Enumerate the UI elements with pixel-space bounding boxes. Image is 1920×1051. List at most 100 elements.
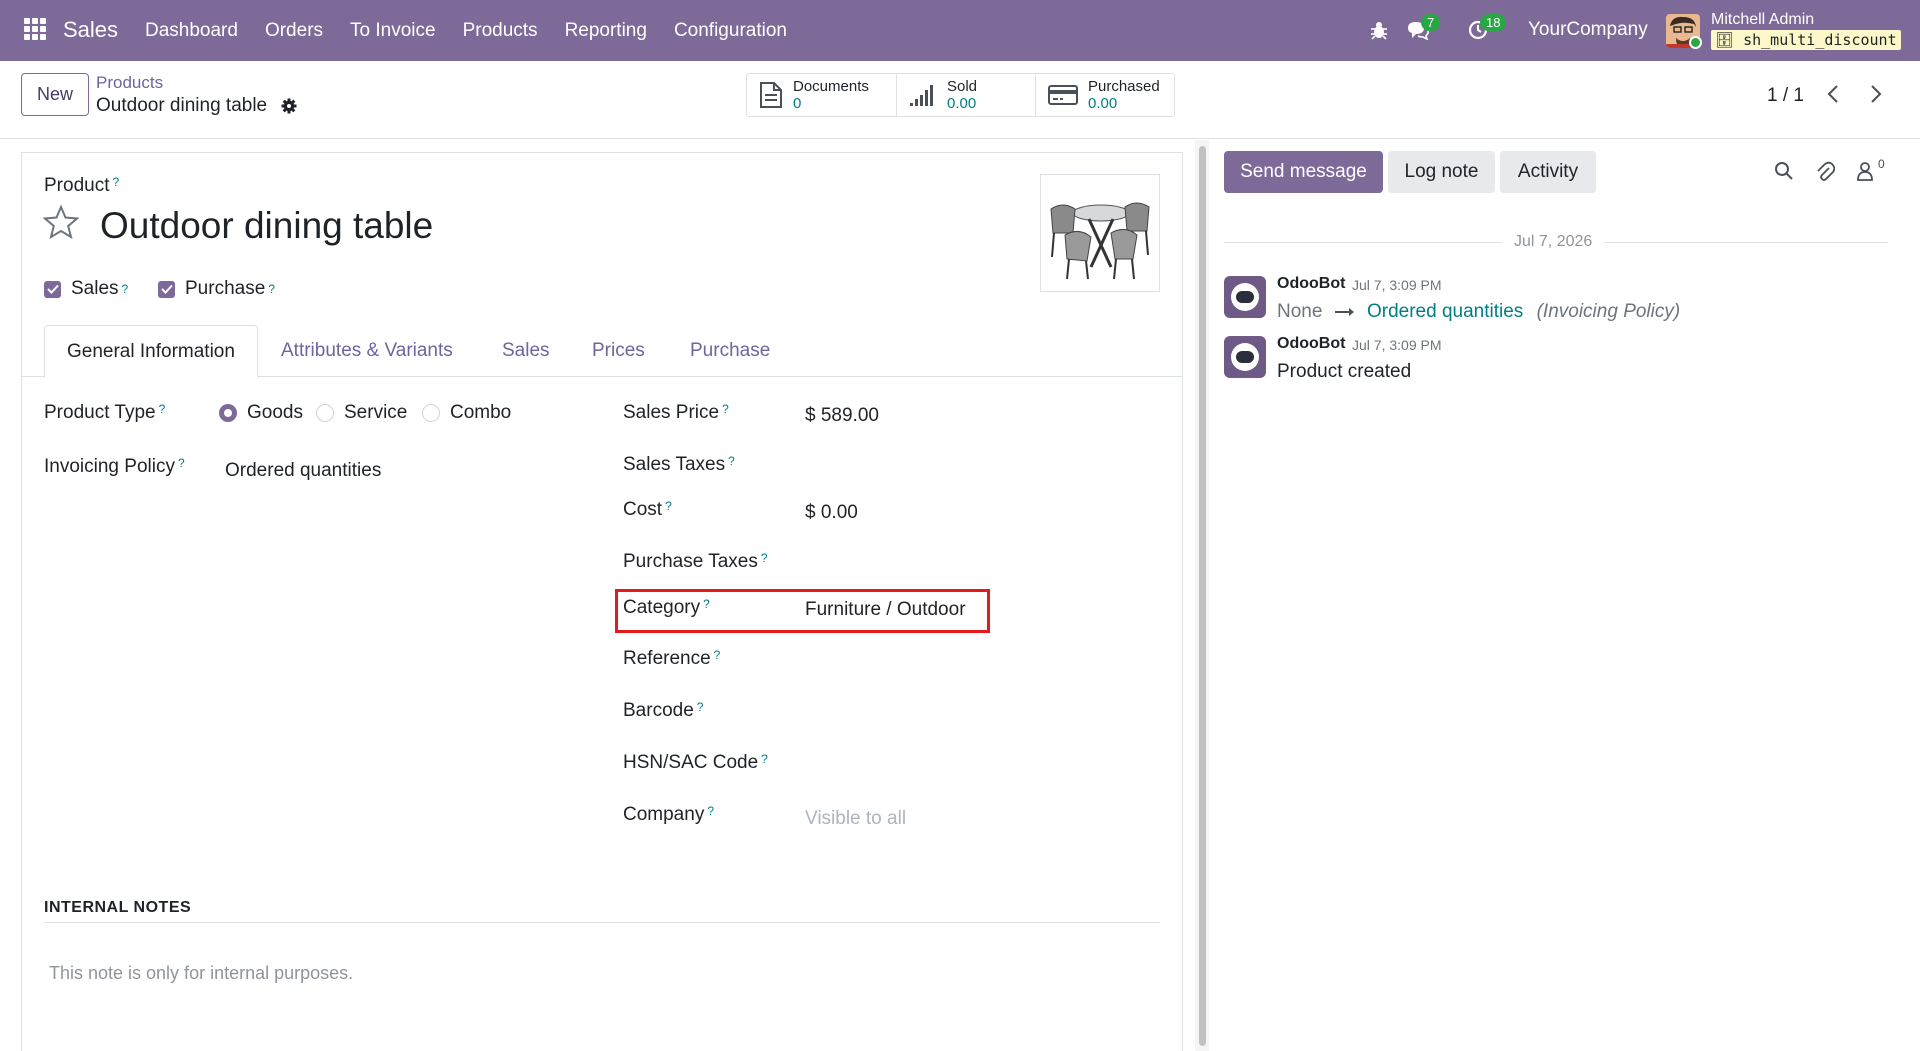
debug-bug-icon[interactable] [1370, 20, 1388, 40]
tab-general-information[interactable]: General Information [44, 325, 258, 378]
checkbox-checked-icon[interactable] [44, 280, 61, 298]
document-icon [760, 82, 782, 108]
message-date: Jul 7, 3:09 PM [1352, 277, 1442, 293]
barcode-field[interactable] [805, 700, 1105, 724]
category-label: Category? [623, 597, 710, 619]
product-type-service-radio[interactable]: Service [316, 402, 407, 424]
form-scrollbar-thumb[interactable] [1199, 146, 1206, 1046]
sales-price-field[interactable]: $ 589.00 [805, 405, 879, 427]
category-field[interactable]: Furniture / Outdoor [805, 599, 966, 621]
top-navbar: Sales Dashboard Orders To Invoice Produc… [0, 0, 1920, 61]
help-tooltip-icon[interactable]: ? [761, 551, 768, 565]
paperclip-icon[interactable] [1815, 161, 1835, 183]
search-icon[interactable] [1774, 161, 1794, 181]
database-name: sh_multi_discount [1743, 31, 1897, 49]
menu-dashboard[interactable]: Dashboard [145, 20, 238, 42]
tracking-change: None Ordered quantities (Invoicing Polic… [1277, 301, 1680, 323]
help-tooltip-icon[interactable]: ? [703, 597, 710, 611]
checkbox-checked-icon[interactable] [158, 280, 175, 298]
cost-label-text: Cost [623, 499, 663, 520]
product-label-text: Product [44, 175, 110, 196]
combo-label: Combo [450, 402, 512, 423]
category-label-text: Category [623, 597, 701, 618]
sales-taxes-field[interactable] [805, 454, 1105, 478]
sales-taxes-label: Sales Taxes? [623, 454, 735, 476]
company-field[interactable]: Visible to all [805, 808, 906, 830]
internal-notes-field[interactable]: This note is only for internal purposes. [49, 963, 353, 984]
radio-unselected-icon[interactable] [422, 404, 440, 422]
tracking-new-value: Ordered quantities [1366, 301, 1524, 322]
documents-smart-button[interactable]: Documents 0 [747, 74, 897, 116]
smart-buttons: Documents 0 Sold 0.00 Purchased 0.00 [746, 73, 1175, 117]
menu-to-invoice[interactable]: To Invoice [350, 20, 436, 42]
goods-label: Goods [247, 402, 303, 423]
help-tooltip-icon[interactable]: ? [722, 402, 729, 416]
radio-selected-icon[interactable] [219, 404, 237, 422]
help-tooltip-icon[interactable]: ? [707, 804, 714, 818]
menu-configuration[interactable]: Configuration [674, 20, 787, 42]
service-label: Service [344, 402, 408, 423]
tab-sales[interactable]: Sales [502, 325, 550, 377]
product-name-field[interactable]: Outdoor dining table [100, 205, 433, 247]
main-menu: Dashboard Orders To Invoice Products Rep… [145, 20, 814, 42]
app-name[interactable]: Sales [63, 17, 118, 43]
menu-orders[interactable]: Orders [265, 20, 323, 42]
tab-prices[interactable]: Prices [592, 325, 645, 377]
help-tooltip-icon[interactable]: ? [122, 282, 129, 296]
menu-products[interactable]: Products [463, 20, 538, 42]
messages-badge: 7 [1421, 14, 1441, 31]
chevron-left-icon[interactable] [1826, 83, 1840, 105]
odoobot-avatar[interactable] [1224, 336, 1266, 378]
breadcrumb-products[interactable]: Products [96, 73, 163, 93]
internal-notes-title: INTERNAL NOTES [44, 899, 192, 916]
reference-label: Reference? [623, 648, 720, 670]
sales-checkbox[interactable]: Sales? [44, 278, 128, 300]
help-tooltip-icon[interactable]: ? [665, 499, 672, 513]
help-tooltip-icon[interactable]: ? [728, 454, 735, 468]
company-switcher[interactable]: YourCompany [1528, 19, 1648, 41]
help-tooltip-icon[interactable]: ? [112, 175, 119, 189]
help-tooltip-icon[interactable]: ? [268, 282, 275, 296]
message-author[interactable]: OdooBot [1277, 335, 1345, 353]
help-tooltip-icon[interactable]: ? [714, 648, 721, 662]
cost-label: Cost? [623, 499, 672, 521]
new-button[interactable]: New [21, 73, 89, 116]
pager-value[interactable]: 1 / 1 [1767, 85, 1804, 107]
followers-icon[interactable] [1856, 161, 1874, 181]
purchased-smart-button[interactable]: Purchased 0.00 [1036, 74, 1174, 116]
invoicing-policy-label-text: Invoicing Policy [44, 456, 175, 477]
message-date: Jul 7, 3:09 PM [1352, 337, 1442, 353]
favorite-star-icon[interactable] [43, 205, 79, 239]
invoicing-policy-field[interactable]: Ordered quantities [225, 460, 381, 482]
product-type-combo-radio[interactable]: Combo [422, 402, 511, 424]
help-tooltip-icon[interactable]: ? [159, 402, 166, 416]
help-tooltip-icon[interactable]: ? [761, 752, 768, 766]
help-tooltip-icon[interactable]: ? [697, 700, 704, 714]
product-image[interactable] [1040, 174, 1160, 292]
log-note-button[interactable]: Log note [1388, 151, 1495, 193]
chevron-right-icon[interactable] [1869, 83, 1883, 105]
gear-icon[interactable] [281, 98, 297, 114]
hsn-sac-field[interactable] [805, 752, 1105, 776]
activity-button[interactable]: Activity [1500, 151, 1596, 193]
sold-smart-button[interactable]: Sold 0.00 [897, 74, 1036, 116]
user-name[interactable]: Mitchell Admin [1711, 11, 1814, 29]
purchase-checkbox-label: Purchase [185, 278, 266, 299]
send-message-button[interactable]: Send message [1224, 151, 1383, 193]
followers-count[interactable]: 0 [1878, 157, 1885, 171]
odoobot-avatar[interactable] [1224, 276, 1266, 318]
tab-attributes-variants[interactable]: Attributes & Variants [281, 325, 453, 377]
message-author[interactable]: OdooBot [1277, 275, 1345, 293]
reference-field[interactable] [805, 648, 1105, 672]
radio-unselected-icon[interactable] [316, 404, 334, 422]
app-menu-icon[interactable] [24, 18, 46, 40]
help-tooltip-icon[interactable]: ? [178, 456, 185, 470]
company-label: Company? [623, 804, 714, 826]
product-type-goods-radio[interactable]: Goods [219, 402, 303, 424]
purchase-taxes-field[interactable] [805, 551, 1105, 575]
purchase-checkbox[interactable]: Purchase? [158, 278, 275, 300]
tab-purchase[interactable]: Purchase [690, 325, 770, 377]
menu-reporting[interactable]: Reporting [565, 20, 647, 42]
cost-field[interactable]: $ 0.00 [805, 502, 858, 524]
bar-chart-icon [910, 85, 933, 106]
